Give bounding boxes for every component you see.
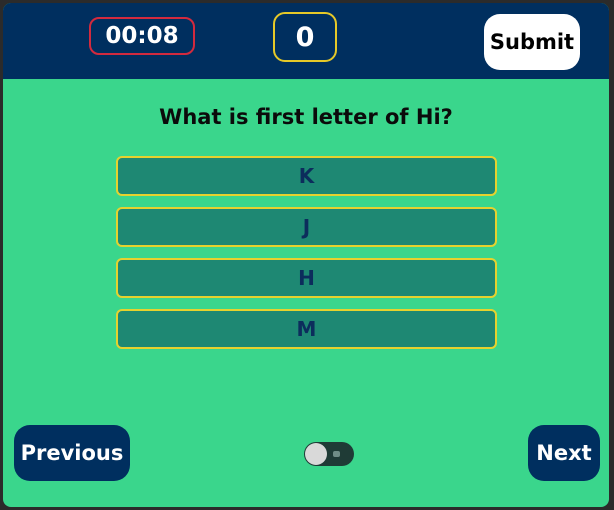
quiz-window: 00:08 0 Submit What is first letter of H…	[3, 3, 609, 507]
toggle-indicator-icon	[333, 451, 340, 457]
answer-option-h[interactable]: H	[116, 258, 497, 298]
previous-button[interactable]: Previous	[14, 425, 130, 481]
question-text: What is first letter of Hi?	[159, 105, 453, 129]
answer-option-j[interactable]: J	[116, 207, 497, 247]
answer-option-m[interactable]: M	[116, 309, 497, 349]
answer-option-k[interactable]: K	[116, 156, 497, 196]
submit-button[interactable]: Submit	[484, 14, 580, 70]
timer-display: 00:08	[89, 17, 195, 55]
score-display: 0	[273, 12, 337, 62]
toggle-knob	[305, 443, 327, 465]
top-bar: 00:08 0 Submit	[3, 3, 609, 79]
theme-toggle[interactable]	[304, 442, 354, 466]
next-button[interactable]: Next	[528, 425, 600, 481]
